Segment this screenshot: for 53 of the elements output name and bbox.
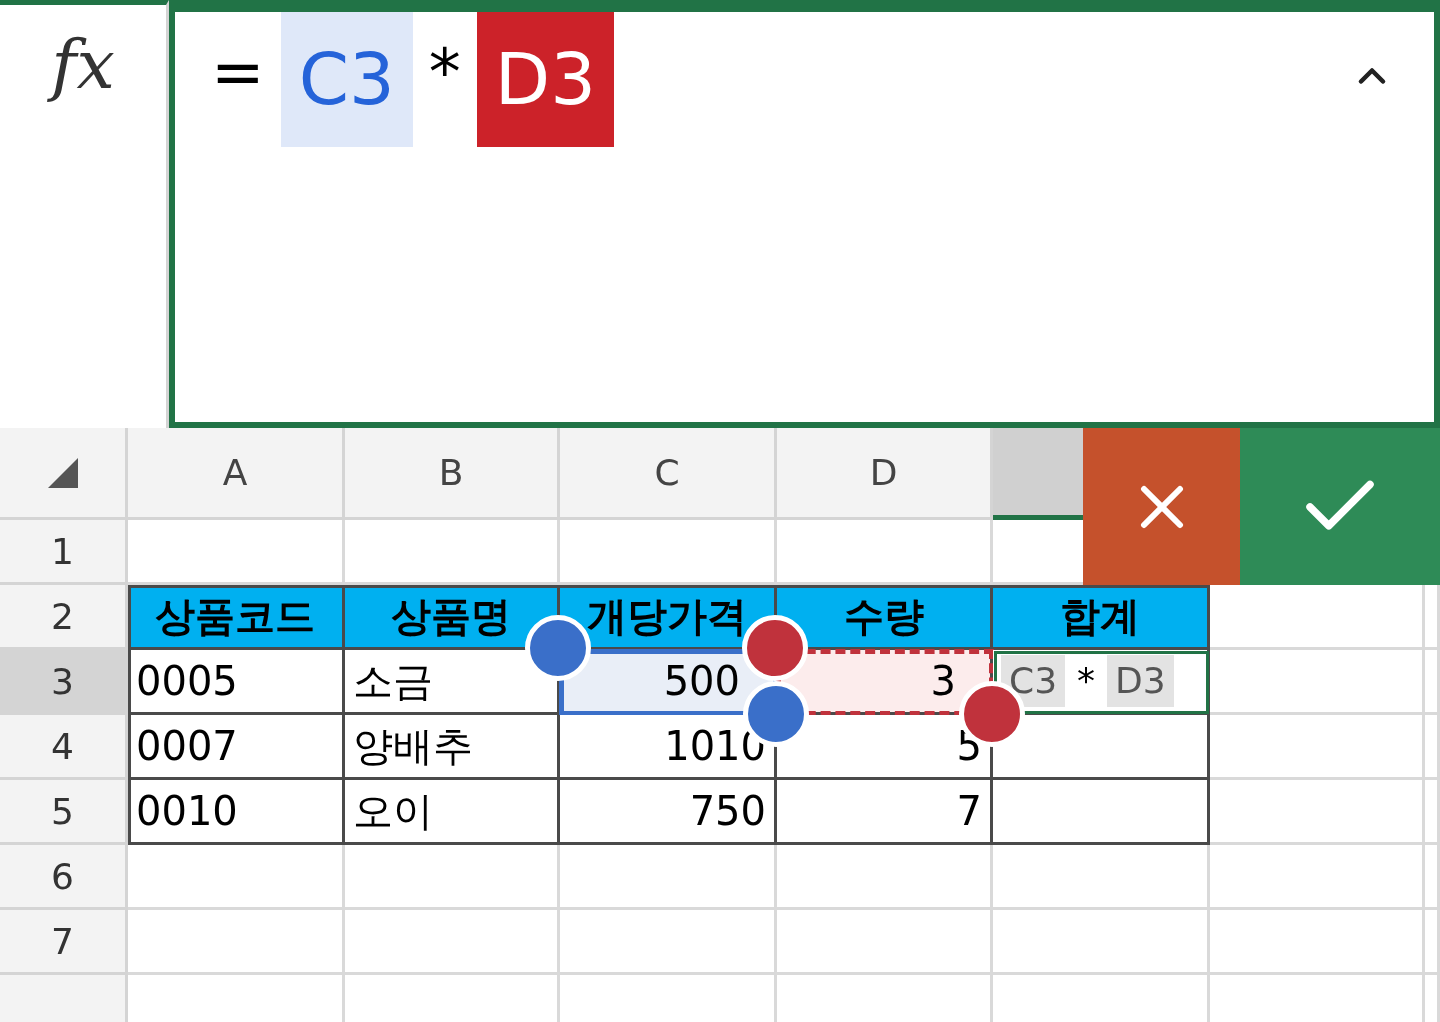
- cell-text: 소금: [353, 661, 433, 701]
- empty-cell[interactable]: [1425, 585, 1440, 650]
- confirm-button[interactable]: [1240, 428, 1440, 585]
- empty-cell[interactable]: [993, 845, 1210, 910]
- empty-cell[interactable]: [1425, 780, 1440, 845]
- cell-reference: D3: [1107, 655, 1174, 707]
- row-header[interactable]: 2: [0, 585, 128, 650]
- operator: *: [428, 34, 461, 104]
- row-header[interactable]: [0, 975, 128, 1022]
- cell-text: 오이: [353, 791, 433, 831]
- column-header[interactable]: D: [777, 428, 993, 520]
- empty-cell[interactable]: [993, 910, 1210, 975]
- empty-cell[interactable]: [1210, 845, 1425, 910]
- cell-text: 500: [663, 661, 740, 701]
- column-header[interactable]: A: [128, 428, 345, 520]
- row-header[interactable]: 7: [0, 910, 128, 975]
- cell-text: 7: [956, 791, 982, 831]
- empty-cell[interactable]: [345, 845, 560, 910]
- row-header[interactable]: 3: [0, 650, 128, 715]
- column-header[interactable]: B: [345, 428, 560, 520]
- cell-text: 상품코드: [155, 596, 315, 636]
- empty-cell[interactable]: [1425, 715, 1440, 780]
- empty-cell[interactable]: [1425, 845, 1440, 910]
- cell-reference: D3: [476, 12, 614, 147]
- cell-text: 양배추: [353, 726, 473, 766]
- cell-text: 0010: [136, 791, 238, 831]
- editing-cell[interactable]: C3 * D3: [993, 650, 1210, 715]
- cell-text: 750: [689, 791, 766, 831]
- empty-cell[interactable]: [345, 910, 560, 975]
- cell-text: 0005: [136, 661, 238, 701]
- empty-cell[interactable]: [560, 910, 777, 975]
- cell-text: 3: [930, 661, 956, 701]
- cell-text: 합계: [1060, 596, 1140, 636]
- cancel-button[interactable]: [1083, 428, 1240, 585]
- cell-text: 0007: [136, 726, 238, 766]
- row-header[interactable]: 1: [0, 520, 128, 585]
- empty-cell[interactable]: [560, 845, 777, 910]
- empty-cell[interactable]: [777, 845, 993, 910]
- empty-cell[interactable]: [1425, 910, 1440, 975]
- cell-text: 개당가격: [587, 596, 747, 636]
- select-all-icon[interactable]: [47, 457, 78, 488]
- cell-reference: C3: [280, 12, 413, 147]
- operator: *: [1076, 659, 1097, 703]
- cell-text: 상품명: [391, 596, 511, 636]
- row-header[interactable]: 6: [0, 845, 128, 910]
- operator: =: [211, 34, 265, 104]
- empty-cell[interactable]: [1210, 910, 1425, 975]
- empty-cell[interactable]: [1425, 650, 1440, 715]
- cell-text: 수량: [843, 596, 924, 636]
- row-header[interactable]: 4: [0, 715, 128, 780]
- column-header[interactable]: C: [560, 428, 777, 520]
- empty-cell[interactable]: [777, 910, 993, 975]
- row-header[interactable]: 5: [0, 780, 128, 845]
